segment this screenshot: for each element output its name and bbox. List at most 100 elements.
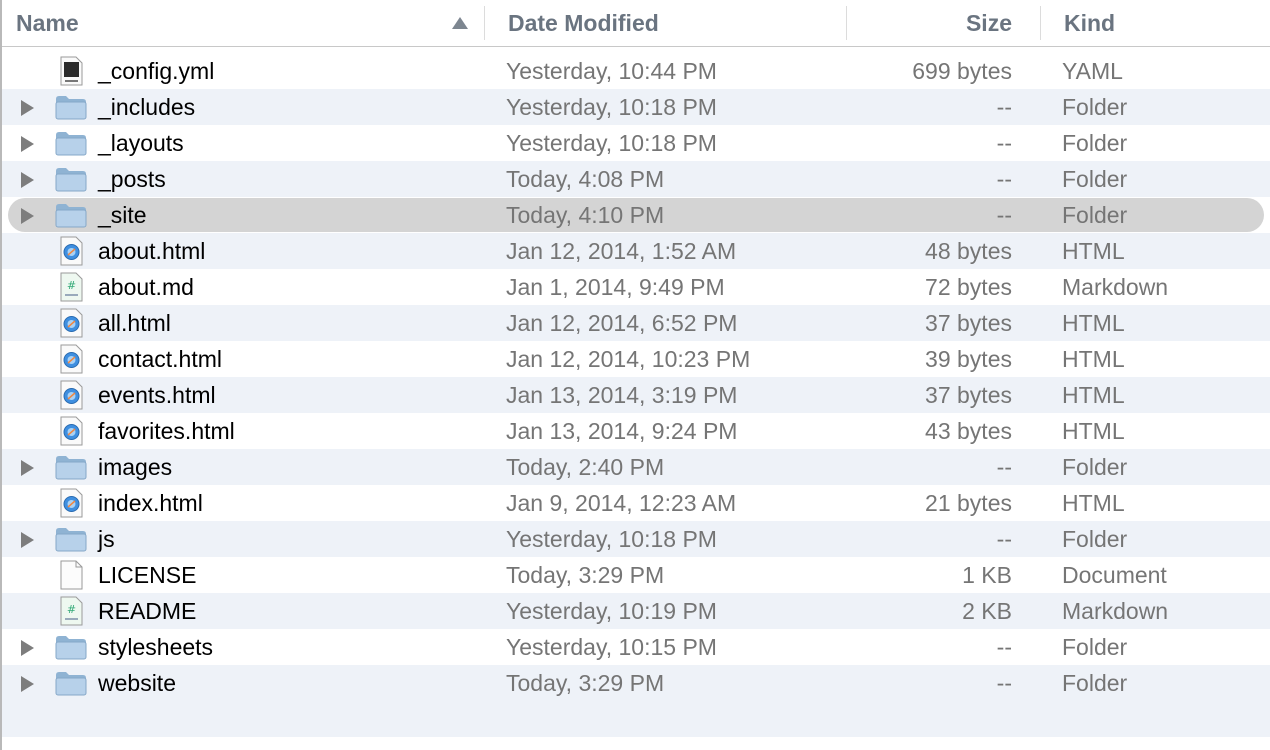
column-divider[interactable] [1040,6,1041,40]
file-size: -- [996,166,1012,192]
disclosure-triangle-icon[interactable] [21,100,34,116]
file-kind: HTML [1062,238,1125,264]
date-modified: Today, 3:29 PM [506,562,665,588]
file-size: -- [996,454,1012,480]
html-file-icon [54,344,88,374]
file-row[interactable]: _posts Today, 4:08 PM -- Folder [2,161,1270,197]
date-modified: Jan 1, 2014, 9:49 PM [506,274,725,300]
disclosure-triangle-icon[interactable] [21,532,34,548]
file-name: images [98,454,173,480]
file-row[interactable]: _config.yml Yesterday, 10:44 PM 699 bytes Y… [2,53,1270,89]
file-kind: Document [1062,562,1167,588]
file-kind: Folder [1062,670,1128,696]
file-row[interactable]: contact.html Jan 12, 2014, 10:23 PM 39 byt… [2,341,1270,377]
file-row[interactable]: js Yesterday, 10:18 PM -- Folder [2,521,1270,557]
date-modified: Yesterday, 10:15 PM [506,634,717,660]
file-kind: Markdown [1062,598,1169,624]
column-header-kind[interactable]: Kind [1064,0,1115,46]
column-header-date[interactable]: Date Modified [508,0,659,46]
file-row-selected[interactable]: _site Today, 4:10 PM -- Folder [2,197,1270,233]
file-kind: Folder [1062,94,1128,120]
disclosure-triangle-icon[interactable] [21,640,34,656]
folder-icon [54,668,88,698]
file-name: LICENSE [98,562,197,588]
markdown-file-icon: # [54,596,88,626]
file-size: 48 bytes [925,238,1012,264]
disclosure-triangle-icon[interactable] [21,460,34,476]
file-row[interactable]: about.html Jan 12, 2014, 1:52 AM 48 bytes H… [2,233,1270,269]
file-size: 699 bytes [912,58,1012,84]
folder-icon [54,632,88,662]
disclosure-triangle-icon[interactable] [21,136,34,152]
file-name: website [98,670,176,696]
file-size: -- [996,526,1012,552]
date-modified: Yesterday, 10:44 PM [506,58,717,84]
file-size: 2 KB [962,598,1012,624]
file-name: favorites.html [98,418,235,444]
finder-list-view: Name Date Modified Size Kind _config.yml… [0,0,1270,750]
disclosure-triangle-icon[interactable] [21,676,34,692]
file-size: 1 KB [962,562,1012,588]
column-header-size[interactable]: Size [966,0,1012,46]
file-row[interactable]: events.html Jan 13, 2014, 3:19 PM 37 bytes… [2,377,1270,413]
file-row[interactable]: # README Yesterday, 10:19 PM 2 KB Markdown [2,593,1270,629]
file-kind: Markdown [1062,274,1169,300]
svg-text:#: # [67,279,76,292]
date-modified: Yesterday, 10:18 PM [506,526,717,552]
date-modified: Jan 9, 2014, 12:23 AM [506,490,737,516]
file-name: about.md [98,274,194,300]
file-kind: Folder [1062,634,1128,660]
file-kind: HTML [1062,346,1125,372]
folder-icon [54,128,88,158]
file-kind: HTML [1062,490,1125,516]
file-kind: Folder [1062,130,1128,156]
file-row[interactable]: _layouts Yesterday, 10:18 PM -- Folder [2,125,1270,161]
date-modified: Today, 3:29 PM [506,670,665,696]
date-modified: Yesterday, 10:18 PM [506,94,717,120]
file-row[interactable]: LICENSE Today, 3:29 PM 1 KB Document [2,557,1270,593]
file-row[interactable]: favorites.html Jan 13, 2014, 9:24 PM 43 by… [2,413,1270,449]
file-name: _config.yml [98,58,215,84]
file-size: 37 bytes [925,310,1012,336]
file-kind: Folder [1062,166,1128,192]
disclosure-triangle-icon[interactable] [21,172,34,188]
date-modified: Today, 4:08 PM [506,166,665,192]
file-kind: HTML [1062,382,1125,408]
file-size: -- [996,670,1012,696]
document-file-icon [54,560,88,590]
column-header-name-label: Name [16,10,79,36]
column-divider[interactable] [484,6,485,40]
file-size: 21 bytes [925,490,1012,516]
file-size: 39 bytes [925,346,1012,372]
date-modified: Jan 12, 2014, 1:52 AM [506,238,737,264]
column-header-name[interactable]: Name [16,0,79,46]
file-row[interactable]: images Today, 2:40 PM -- Folder [2,449,1270,485]
file-kind: Folder [1062,454,1128,480]
file-name: contact.html [98,346,222,372]
column-divider[interactable] [846,6,847,40]
file-row[interactable]: stylesheets Yesterday, 10:15 PM -- Folder [2,629,1270,665]
markdown-file-icon: # [54,272,88,302]
file-name: stylesheets [98,634,214,660]
folder-icon [54,164,88,194]
file-row[interactable]: index.html Jan 9, 2014, 12:23 AM 21 bytes H… [2,485,1270,521]
file-row[interactable]: # about.md Jan 1, 2014, 9:49 PM 72 bytes Mar… [2,269,1270,305]
sort-ascending-icon[interactable] [452,17,468,29]
disclosure-triangle-icon[interactable] [21,208,34,224]
file-row[interactable]: _includes Yesterday, 10:18 PM -- Folder [2,89,1270,125]
file-list: _config.yml Yesterday, 10:44 PM 699 bytes Y… [2,53,1270,701]
column-header-size-label: Size [965,10,1012,36]
file-row[interactable]: all.html Jan 12, 2014, 6:52 PM 37 bytes HTM… [2,305,1270,341]
folder-icon [54,452,88,482]
file-row[interactable]: website Today, 3:29 PM -- Folder [2,665,1270,701]
date-modified: Yesterday, 10:19 PM [506,598,717,624]
date-modified: Jan 13, 2014, 3:19 PM [506,382,738,408]
empty-row [2,701,1270,737]
file-name: _layouts [98,130,184,156]
file-name: js [98,526,115,552]
file-name: _site [98,202,147,228]
file-kind: YAML [1062,58,1123,84]
file-kind: HTML [1062,310,1125,336]
file-name: about.html [98,238,206,264]
file-size: -- [996,130,1012,156]
